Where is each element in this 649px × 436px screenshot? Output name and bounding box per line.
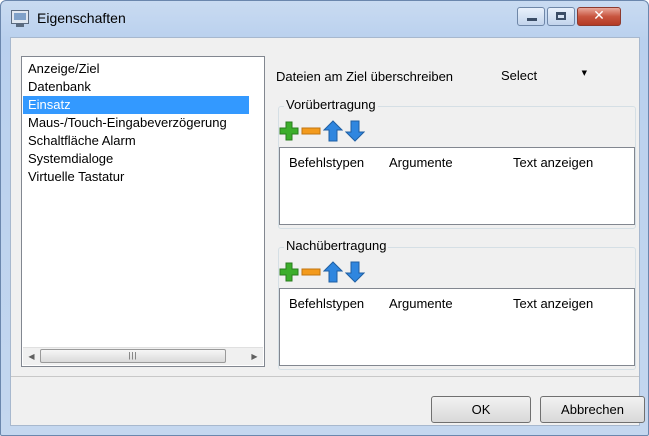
move-up-pre-button[interactable] — [323, 120, 343, 142]
footer-divider — [11, 376, 639, 377]
column-header[interactable]: Befehlstypen — [289, 296, 364, 311]
arrow-down-icon — [345, 120, 365, 142]
minimize-icon — [527, 18, 537, 21]
category-list[interactable]: Anzeige/Ziel Datenbank Einsatz Maus-/Tou… — [21, 56, 265, 367]
title-bar[interactable]: Eigenschaften ✕ — [1, 1, 648, 35]
post-transfer-title: Nachübertragung — [284, 238, 389, 254]
app-icon — [11, 10, 29, 27]
pre-transfer-group: Vorübertragung Befehlstypen Argumente Te… — [278, 97, 636, 229]
cancel-button[interactable]: Abbrechen — [540, 396, 645, 423]
grip-icon: ||| — [128, 351, 138, 360]
scroll-left-icon[interactable]: ◀ — [23, 348, 40, 365]
plus-icon — [279, 121, 299, 141]
arrow-down-icon — [345, 261, 365, 283]
column-header[interactable]: Befehlstypen — [289, 155, 364, 170]
horizontal-scrollbar[interactable]: ◀ ||| ▶ — [23, 347, 263, 365]
list-item-virtuelle-tastatur[interactable]: Virtuelle Tastatur — [23, 168, 249, 186]
post-transfer-group: Nachübertragung Befehlstypen Argumente T… — [278, 238, 636, 370]
maximize-button[interactable] — [547, 7, 575, 26]
remove-pre-command-button[interactable] — [301, 120, 321, 142]
add-post-command-button[interactable] — [279, 261, 299, 283]
scroll-right-icon[interactable]: ▶ — [246, 348, 263, 365]
post-transfer-table[interactable]: Befehlstypen Argumente Text anzeigen — [279, 288, 635, 366]
column-header[interactable]: Argumente — [389, 155, 453, 170]
dialog-body: Anzeige/Ziel Datenbank Einsatz Maus-/Tou… — [10, 37, 645, 426]
overwrite-select[interactable]: Select ▼ — [498, 66, 590, 86]
list-item-einsatz[interactable]: Einsatz — [23, 96, 249, 114]
arrow-up-icon — [323, 261, 343, 283]
list-item-datenbank[interactable]: Datenbank — [23, 78, 249, 96]
minus-icon — [301, 268, 321, 276]
pre-transfer-title: Vorübertragung — [284, 97, 378, 113]
arrow-up-icon — [323, 120, 343, 142]
move-down-post-button[interactable] — [345, 261, 365, 283]
list-item-eingabeverzoegerung[interactable]: Maus-/Touch-Eingabeverzögerung — [23, 114, 249, 132]
pre-transfer-table[interactable]: Befehlstypen Argumente Text anzeigen — [279, 147, 635, 225]
ok-button[interactable]: OK — [431, 396, 531, 423]
properties-dialog: Eigenschaften ✕ Anzeige/Ziel Datenbank E… — [0, 0, 649, 436]
move-up-post-button[interactable] — [323, 261, 343, 283]
move-down-pre-button[interactable] — [345, 120, 365, 142]
scroll-thumb[interactable]: ||| — [40, 349, 226, 363]
column-header[interactable]: Argumente — [389, 296, 453, 311]
add-pre-command-button[interactable] — [279, 120, 299, 142]
window-title: Eigenschaften — [37, 10, 126, 26]
column-header[interactable]: Text anzeigen — [513, 296, 593, 311]
close-icon: ✕ — [593, 8, 605, 24]
close-button[interactable]: ✕ — [577, 7, 621, 26]
list-item-schaltflaeche-alarm[interactable]: Schaltfläche Alarm — [23, 132, 249, 150]
overwrite-select-value: Select — [501, 68, 538, 83]
minimize-button[interactable] — [517, 7, 545, 26]
overwrite-label: Dateien am Ziel überschreiben — [276, 69, 454, 84]
list-item-anzeige-ziel[interactable]: Anzeige/Ziel — [23, 60, 249, 78]
chevron-down-icon: ▼ — [581, 69, 587, 77]
plus-icon — [279, 262, 299, 282]
list-item-systemdialoge[interactable]: Systemdialoge — [23, 150, 249, 168]
column-header[interactable]: Text anzeigen — [513, 155, 593, 170]
minus-icon — [301, 127, 321, 135]
maximize-icon — [556, 12, 566, 20]
remove-post-command-button[interactable] — [301, 261, 321, 283]
